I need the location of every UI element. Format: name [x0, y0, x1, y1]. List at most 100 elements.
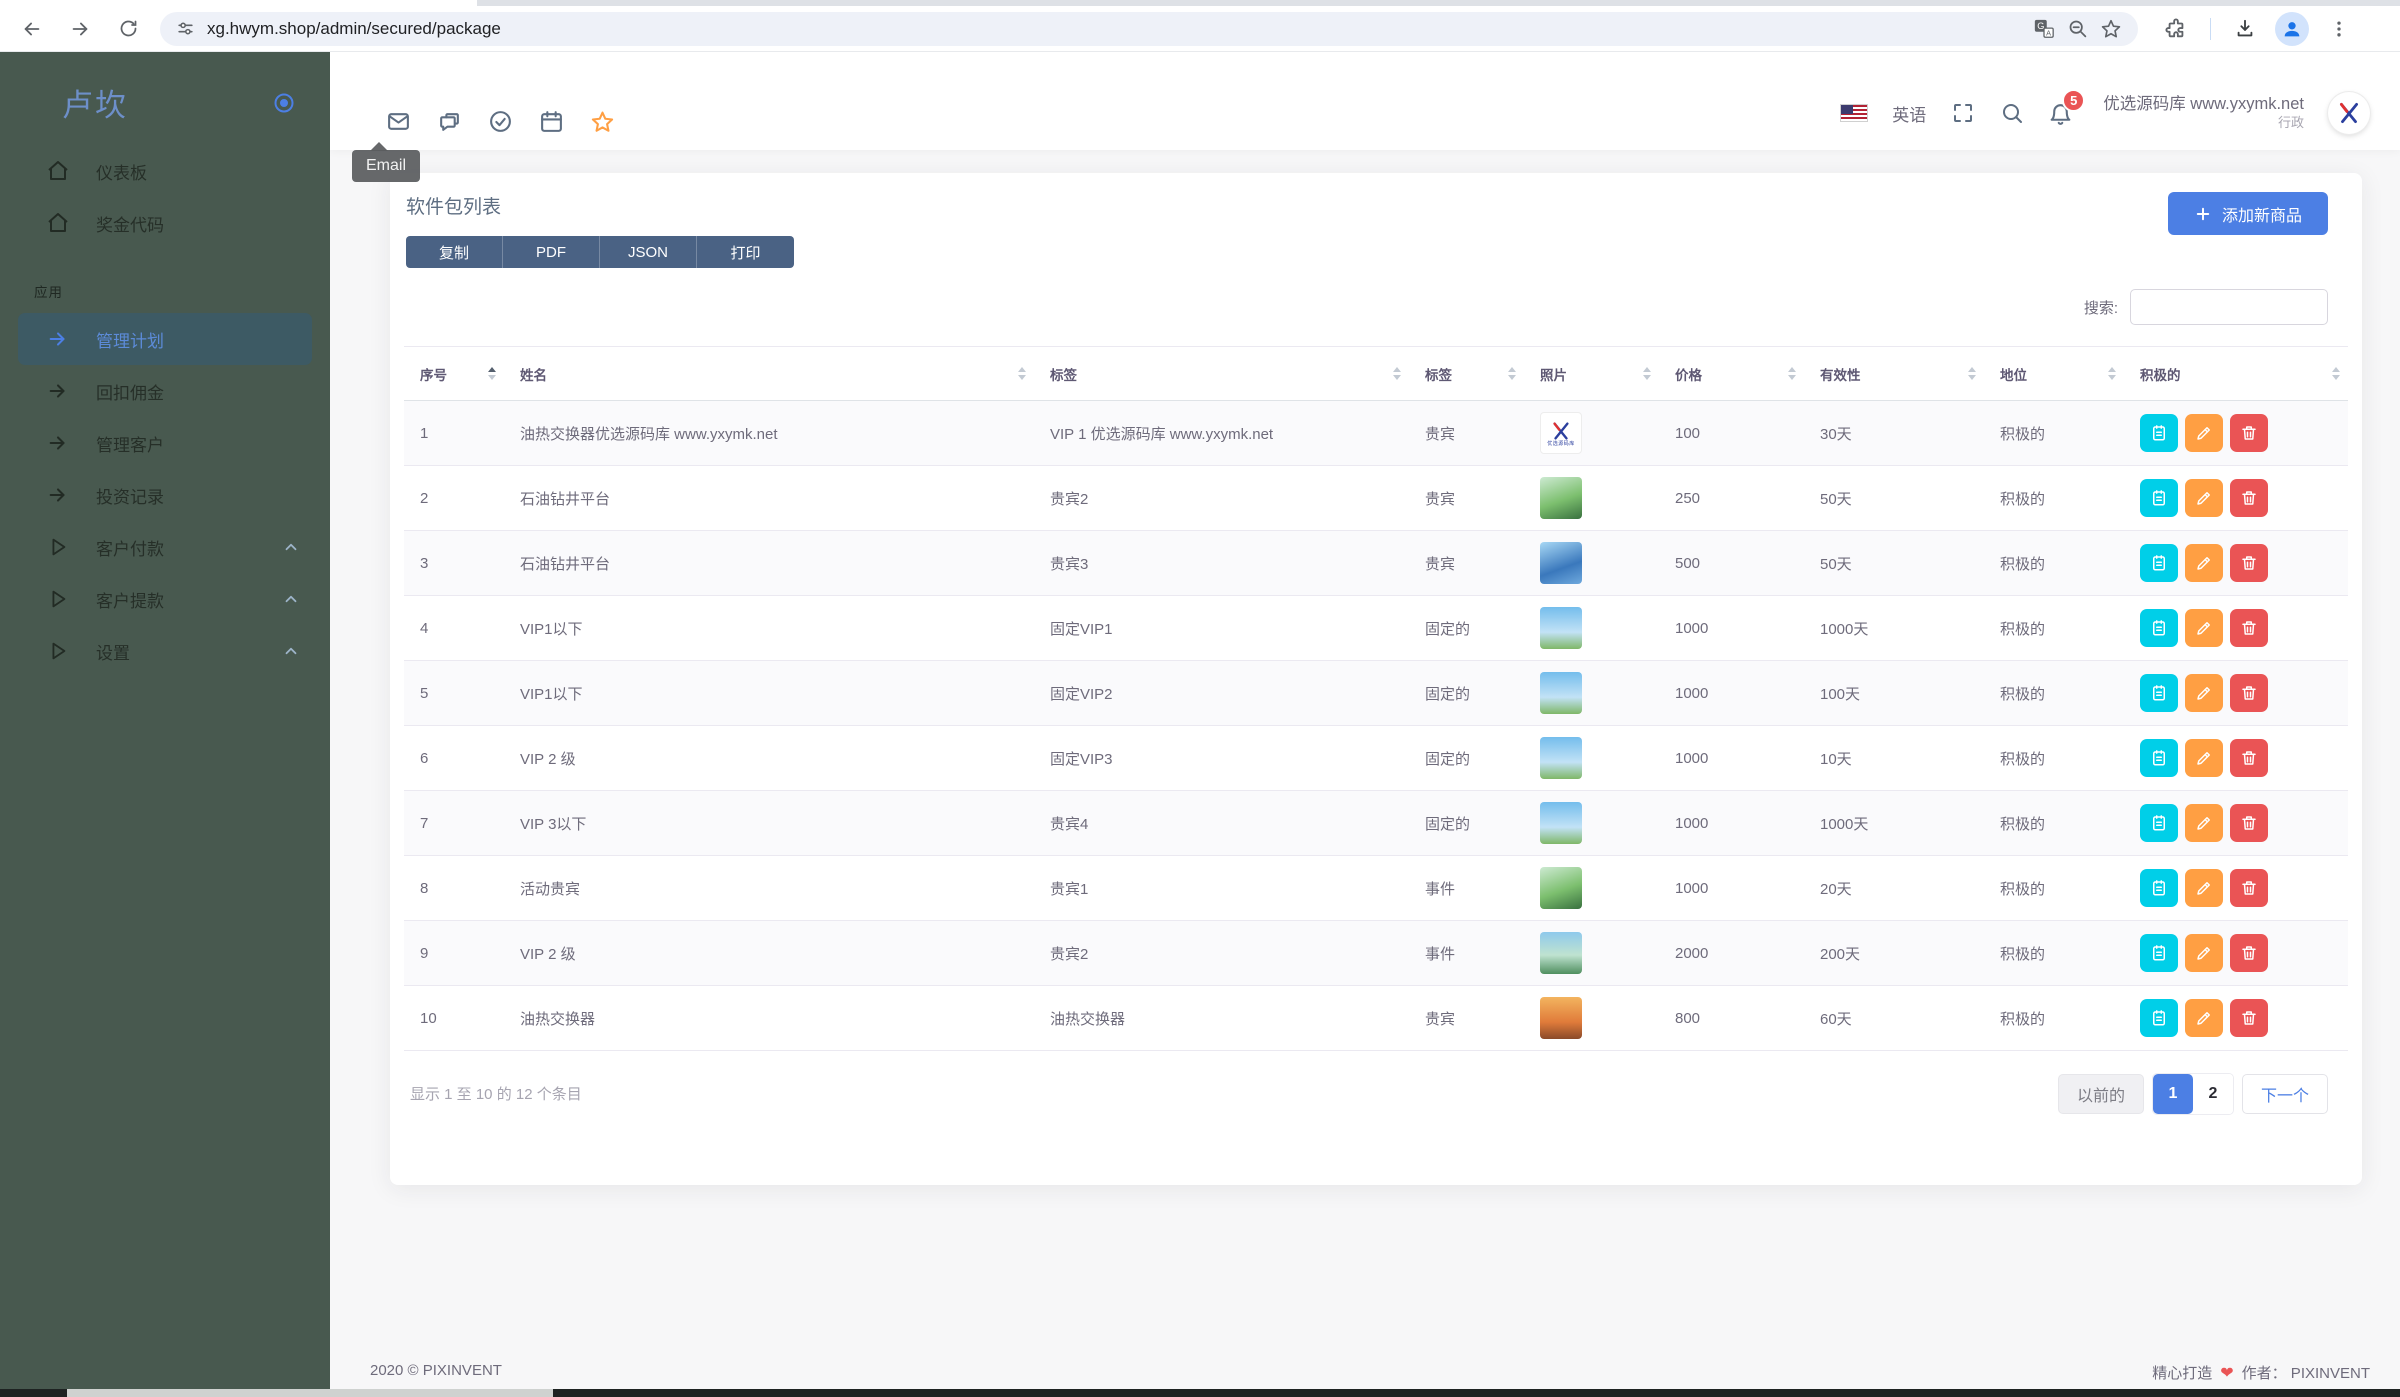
email-icon[interactable] [386, 109, 411, 134]
column-header-status[interactable]: 地位 [1984, 347, 2124, 400]
edit-button[interactable] [2185, 999, 2223, 1037]
cell-actions [2124, 609, 2348, 647]
view-button[interactable] [2140, 609, 2178, 647]
browser-menu-icon[interactable] [2319, 9, 2359, 49]
copy-button[interactable]: 复制 [406, 236, 503, 268]
cell-price: 1000 [1659, 815, 1804, 832]
edit-button[interactable] [2185, 739, 2223, 777]
column-header-price[interactable]: 价格 [1659, 347, 1804, 400]
column-header-validity[interactable]: 有效性 [1804, 347, 1984, 400]
check-circle-icon[interactable] [488, 109, 513, 134]
edit-button[interactable] [2185, 804, 2223, 842]
column-header-actions[interactable]: 积极的 [2124, 347, 2348, 400]
view-button[interactable] [2140, 544, 2178, 582]
zoom-out-icon[interactable] [2067, 18, 2088, 39]
search-icon[interactable] [1999, 101, 2024, 126]
edit-button[interactable] [2185, 544, 2223, 582]
us-flag-icon[interactable] [1840, 104, 1868, 122]
cell-name: VIP 2 级 [504, 943, 1034, 964]
edit-button[interactable] [2185, 609, 2223, 647]
view-button[interactable] [2140, 479, 2178, 517]
delete-button[interactable] [2230, 544, 2268, 582]
column-header-label[interactable]: 标签 [1034, 347, 1409, 400]
edit-button[interactable] [2185, 479, 2223, 517]
trash-icon [2240, 424, 2258, 442]
cell-price: 800 [1659, 1010, 1804, 1027]
scrollbar-thumb[interactable] [67, 1389, 553, 1397]
view-button[interactable] [2140, 674, 2178, 712]
delete-button[interactable] [2230, 804, 2268, 842]
column-header-photo[interactable]: 照片 [1524, 347, 1659, 400]
url-bar[interactable]: xg.hwym.shop/admin/secured/package GA [160, 12, 2138, 46]
pagination-next[interactable]: 下一个 [2242, 1074, 2328, 1114]
search-input[interactable] [2130, 289, 2328, 325]
forward-button[interactable] [60, 9, 100, 49]
delete-button[interactable] [2230, 609, 2268, 647]
edit-button[interactable] [2185, 674, 2223, 712]
json-button[interactable]: JSON [600, 236, 697, 268]
cell-actions [2124, 934, 2348, 972]
favorites-star-icon[interactable] [590, 109, 615, 134]
delete-button[interactable] [2230, 869, 2268, 907]
view-button[interactable] [2140, 804, 2178, 842]
delete-button[interactable] [2230, 414, 2268, 452]
view-button[interactable] [2140, 869, 2178, 907]
downloads-icon[interactable] [2225, 9, 2265, 49]
horizontal-scrollbar[interactable] [0, 1389, 2400, 1397]
view-button[interactable] [2140, 414, 2178, 452]
home-icon [46, 211, 70, 235]
product-photo: 优选源码库 [1540, 412, 1582, 454]
language-label[interactable]: 英语 [1892, 101, 1926, 126]
browser-profile-icon[interactable] [2275, 12, 2309, 46]
view-button[interactable] [2140, 999, 2178, 1037]
clipboard-icon [2150, 749, 2168, 767]
delete-button[interactable] [2230, 934, 2268, 972]
pdf-button[interactable]: PDF [503, 236, 600, 268]
pagination-previous[interactable]: 以前的 [2058, 1074, 2144, 1114]
sidebar-item-manage-customers[interactable]: 管理客户 [0, 417, 330, 469]
package-list-card: 软件包列表 添加新商品 复制 PDF JSON 打印 搜索: 序号 姓名 标签 [390, 173, 2362, 1185]
chevron-up-icon [282, 590, 300, 608]
extensions-icon[interactable] [2156, 9, 2196, 49]
edit-button[interactable] [2185, 869, 2223, 907]
arrow-right-icon [46, 327, 70, 351]
column-header-name[interactable]: 姓名 [504, 347, 1034, 400]
sidebar-item-customer-payments[interactable]: 客户付款 [0, 521, 330, 573]
back-button[interactable] [12, 9, 52, 49]
sidebar-item-dashboard[interactable]: 仪表板 [0, 145, 330, 197]
bookmark-star-icon[interactable] [2100, 18, 2122, 40]
sidebar-item-investment-records[interactable]: 投资记录 [0, 469, 330, 521]
view-button[interactable] [2140, 739, 2178, 777]
sidebar-item-settings[interactable]: 设置 [0, 625, 330, 677]
print-button[interactable]: 打印 [697, 236, 794, 268]
sidebar-item-manage-plans[interactable]: 管理计划 [18, 313, 312, 365]
delete-button[interactable] [2230, 479, 2268, 517]
view-button[interactable] [2140, 934, 2178, 972]
pagination-page-2[interactable]: 2 [2193, 1074, 2233, 1114]
sidebar-section-apps: 应用 [0, 275, 330, 307]
add-product-button[interactable]: 添加新商品 [2168, 192, 2328, 235]
site-settings-icon[interactable] [176, 19, 195, 38]
cell-tag: 贵宾 [1409, 423, 1524, 444]
edit-button[interactable] [2185, 934, 2223, 972]
delete-button[interactable] [2230, 999, 2268, 1037]
sidebar-pin-icon[interactable] [272, 91, 296, 115]
url-text[interactable]: xg.hwym.shop/admin/secured/package [207, 19, 2021, 39]
chat-icon[interactable] [437, 109, 462, 134]
edit-button[interactable] [2185, 414, 2223, 452]
column-header-tag[interactable]: 标签 [1409, 347, 1524, 400]
reload-button[interactable] [108, 9, 148, 49]
sidebar-item-rebate-commission[interactable]: 回扣佣金 [0, 365, 330, 417]
calendar-icon[interactable] [539, 109, 564, 134]
notifications-bell-icon[interactable]: 5 [2048, 101, 2073, 126]
column-header-no[interactable]: 序号 [404, 347, 504, 400]
pencil-icon [2195, 814, 2213, 832]
sidebar-item-customer-withdrawals[interactable]: 客户提款 [0, 573, 330, 625]
translate-icon[interactable]: GA [2033, 18, 2055, 40]
delete-button[interactable] [2230, 674, 2268, 712]
pagination-page-1[interactable]: 1 [2153, 1074, 2193, 1114]
avatar[interactable] [2328, 92, 2370, 134]
fullscreen-icon[interactable] [1950, 101, 1975, 126]
delete-button[interactable] [2230, 739, 2268, 777]
sidebar-item-bonus-codes[interactable]: 奖金代码 [0, 197, 330, 249]
